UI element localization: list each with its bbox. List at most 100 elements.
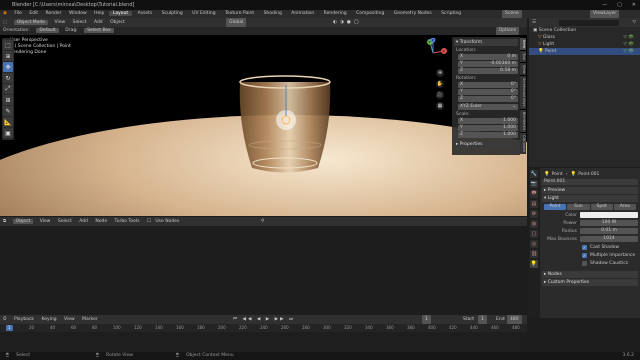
options-dropdown[interactable]: Options bbox=[495, 27, 519, 35]
timeline-area[interactable] bbox=[0, 332, 527, 352]
camera-view-icon[interactable]: 🎥 bbox=[436, 91, 444, 99]
timeline-menu-playback[interactable]: Playback bbox=[11, 317, 37, 322]
outliner-item-glass[interactable]: ▽ Glass ▽ 👁 bbox=[529, 34, 640, 41]
custom-properties-panel-header[interactable]: ▸ Custom Properties bbox=[542, 279, 638, 286]
outliner-type-icon[interactable]: ☰ bbox=[529, 20, 539, 25]
viewport-menu-select[interactable]: Select bbox=[70, 20, 90, 25]
rotate-tool-icon[interactable]: ↻ bbox=[3, 73, 13, 83]
transform-panel-header[interactable]: ▾ Transform bbox=[454, 39, 518, 46]
cast-shadow-checkbox[interactable]: ✓ bbox=[582, 244, 587, 250]
turbo-tools-menu[interactable]: Turbo Tools bbox=[112, 219, 143, 224]
start-frame-field[interactable]: 1 bbox=[478, 315, 487, 324]
render-properties-icon[interactable]: 📷 bbox=[530, 180, 538, 188]
viewport-shading-icons[interactable]: ◐◑●◯ bbox=[330, 18, 365, 27]
node-editor-canvas[interactable] bbox=[0, 226, 527, 314]
workspace-tab-geometry-nodes[interactable]: Geometry Nodes bbox=[390, 11, 436, 16]
end-frame-field[interactable]: 480 bbox=[507, 315, 522, 324]
sidebar-tab-tool[interactable]: Tool bbox=[520, 50, 526, 62]
rotation-x-field[interactable]: X 0° bbox=[458, 82, 518, 88]
outliner-search-input[interactable] bbox=[559, 19, 619, 26]
workspace-tab-animation[interactable]: Animation bbox=[287, 11, 318, 16]
timeline-type-icon[interactable]: ⏱ bbox=[0, 317, 10, 322]
workspace-tab-layout[interactable]: Layout bbox=[108, 11, 133, 16]
move-tool-icon[interactable]: ✥ bbox=[3, 62, 13, 72]
workspace-tab-scripting[interactable]: Scripting bbox=[437, 11, 465, 16]
shadow-caustics-checkbox[interactable] bbox=[582, 260, 587, 266]
physics-properties-icon[interactable]: ◎ bbox=[530, 240, 538, 248]
shader-type-dropdown[interactable]: Object bbox=[12, 219, 34, 224]
tool-properties-icon[interactable]: 🔧 bbox=[530, 170, 538, 178]
use-nodes-toggle[interactable]: ☐ Use Nodes bbox=[144, 219, 185, 224]
orientation-dropdown[interactable]: Default bbox=[36, 28, 59, 33]
workspace-tab-shading[interactable]: Shading bbox=[260, 11, 286, 16]
editor-type-3d-icon[interactable]: ⬚ bbox=[0, 20, 10, 25]
sidebar-tab-screencast-keys[interactable]: Screencast Keys bbox=[520, 76, 526, 109]
light-type-sun[interactable]: Sun bbox=[567, 204, 590, 210]
light-type-spot[interactable]: Spot bbox=[590, 204, 613, 210]
outliner-item-point[interactable]: 💡 Point ▽ 👁 bbox=[529, 48, 640, 55]
scale-tool-icon[interactable]: ⤢ bbox=[3, 84, 13, 94]
node-editor-type-icon[interactable]: ⧉ bbox=[0, 219, 9, 224]
workspace-tab-texture-paint[interactable]: Texture Paint bbox=[221, 11, 258, 16]
power-field[interactable]: 100 W bbox=[580, 220, 638, 226]
light-type-point[interactable]: Point bbox=[544, 204, 567, 210]
constraints-properties-icon[interactable]: ⛓ bbox=[530, 250, 538, 258]
maximize-button[interactable]: ▢ bbox=[617, 0, 622, 10]
mode-selector[interactable]: Object Mode bbox=[13, 20, 49, 25]
output-properties-icon[interactable]: 🖶 bbox=[530, 190, 538, 198]
timeline-ruler[interactable]: 1 20 40 60 80 100 120 140 160 180 200 220 240 260 280 3… bbox=[0, 324, 527, 332]
workspace-tab-assets[interactable]: Assets bbox=[134, 11, 157, 16]
cursor-tool-icon[interactable]: ⊕ bbox=[3, 51, 13, 61]
workspace-tab-rendering[interactable]: Rendering bbox=[320, 11, 351, 16]
light-type-area[interactable]: Area bbox=[613, 204, 636, 210]
light-color-swatch[interactable] bbox=[580, 212, 638, 218]
light-panel-header[interactable]: ▾ Light bbox=[542, 195, 638, 202]
current-frame-field[interactable]: 1 bbox=[422, 315, 431, 324]
playback-controls[interactable]: ⏮ ◀◀ ◀ ▶ ▶▶ ⏭ bbox=[230, 315, 298, 324]
viewport-menu-object[interactable]: Object bbox=[107, 20, 128, 25]
pin-icon[interactable]: ⚲ bbox=[258, 217, 267, 226]
scale-z-field[interactable]: Z 1.000 bbox=[458, 132, 518, 138]
multiple-importance-checkbox[interactable]: ✓ bbox=[582, 252, 587, 258]
world-properties-icon[interactable]: ◍ bbox=[530, 220, 538, 228]
menu-window[interactable]: Window bbox=[66, 11, 90, 16]
properties-panel-header[interactable]: ▸ Properties bbox=[454, 141, 518, 148]
pan-hand-icon[interactable]: ✋ bbox=[436, 80, 444, 88]
max-bounces-field[interactable]: 1024 bbox=[580, 236, 638, 242]
timeline-menu-view[interactable]: View bbox=[61, 317, 78, 322]
node-menu-node[interactable]: Node bbox=[92, 219, 110, 224]
workspace-tab-sculpting[interactable]: Sculpting bbox=[158, 11, 187, 16]
viewport-menu-add[interactable]: Add bbox=[91, 20, 106, 25]
blender-logo-icon[interactable]: ◉ bbox=[0, 11, 10, 16]
location-x-field[interactable]: X0 m bbox=[458, 54, 518, 60]
rotation-z-field[interactable]: Z 0° bbox=[458, 96, 518, 102]
menu-render[interactable]: Render bbox=[43, 11, 65, 16]
select-box-tool-icon[interactable]: ⬚ bbox=[3, 40, 13, 50]
outliner-scene-collection[interactable]: ▣ Scene Collection bbox=[529, 27, 640, 34]
rotation-y-field[interactable]: Y 0° bbox=[458, 89, 518, 95]
annotate-tool-icon[interactable]: ✎ bbox=[3, 106, 13, 116]
minimize-button[interactable]: — bbox=[602, 0, 607, 10]
light-datablock-selector[interactable]: Point.001 bbox=[542, 178, 638, 186]
timeline-menu-keying[interactable]: Keying bbox=[38, 317, 59, 322]
scale-y-field[interactable]: Y 1.000 bbox=[458, 125, 518, 131]
close-button[interactable]: ✕ bbox=[632, 0, 636, 10]
view-layer-selector[interactable]: ViewLayer bbox=[590, 10, 620, 18]
filter-icon[interactable]: ▽ bbox=[633, 18, 636, 27]
node-menu-view[interactable]: View bbox=[37, 219, 54, 224]
preview-panel-header[interactable]: ▸ Preview bbox=[542, 187, 638, 194]
node-menu-select[interactable]: Select bbox=[55, 219, 75, 224]
workspace-tab-compositing[interactable]: Compositing bbox=[352, 11, 388, 16]
object-properties-icon[interactable]: ▢ bbox=[530, 230, 538, 238]
menu-file[interactable]: File bbox=[11, 11, 25, 16]
viewport-menu-view[interactable]: View bbox=[52, 20, 69, 25]
workspace-tab-uv-editing[interactable]: UV Editing bbox=[188, 11, 219, 16]
view-layer-properties-icon[interactable]: ▤ bbox=[530, 200, 538, 208]
location-z-field[interactable]: Z 0.58 m bbox=[458, 68, 518, 74]
nodes-panel-header[interactable]: ▸ Nodes bbox=[542, 271, 638, 278]
sidebar-tab-item[interactable]: Item bbox=[520, 38, 526, 50]
menu-help[interactable]: Help bbox=[91, 11, 107, 16]
transform-orientation-selector[interactable]: Global bbox=[226, 18, 247, 27]
sidebar-tab-cgcookie[interactable]: CGCookie bbox=[520, 132, 526, 154]
measure-tool-icon[interactable]: 📐 bbox=[3, 117, 13, 127]
